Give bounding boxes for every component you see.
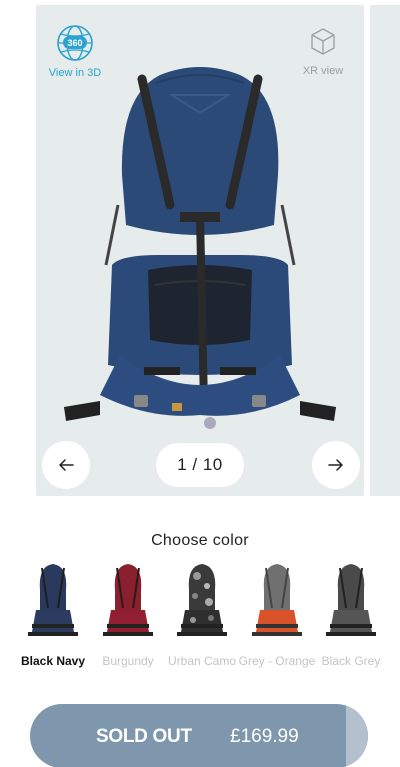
price-label: £169.99 — [230, 726, 299, 747]
color-option-black-grey[interactable]: Black Grey — [312, 560, 390, 669]
next-image-button[interactable] — [312, 441, 360, 489]
ar-cube-icon — [311, 28, 335, 55]
product-image — [64, 67, 336, 429]
product-gallery[interactable]: 360 View in 3D XR view 1 / 10 — [36, 5, 364, 496]
color-thumbnail-grey-orange — [252, 564, 302, 636]
color-thumbnail-black-grey — [326, 564, 376, 636]
view-3d-badge-text: 360 — [67, 38, 82, 48]
choose-color-title: Choose color — [151, 532, 249, 549]
color-thumbnail-burgundy — [103, 564, 153, 636]
button-edge-accent — [346, 704, 368, 767]
arrow-right-icon — [328, 459, 343, 471]
color-option-grey-orange[interactable]: Grey - Orange — [238, 560, 316, 669]
color-thumbnail-urban-camo — [177, 564, 227, 636]
arrow-left-icon — [59, 459, 74, 471]
color-label: Urban Camo — [167, 654, 237, 668]
previous-image-button[interactable] — [42, 441, 90, 489]
color-option-urban-camo[interactable]: Urban Camo — [163, 560, 241, 669]
color-label: Burgundy — [102, 654, 154, 668]
add-to-cart-button[interactable]: SOLD OUT £169.99 — [30, 704, 368, 767]
image-counter: 1 / 10 — [156, 443, 244, 487]
color-label: Grey - Orange — [238, 654, 316, 668]
color-swatch-list: Black Navy Burgundy Urban Camo Grey - Or… — [0, 560, 400, 690]
next-gallery-slide-peek — [370, 5, 400, 496]
color-option-burgundy[interactable]: Burgundy — [89, 560, 167, 669]
sold-out-label: SOLD OUT — [96, 726, 192, 747]
color-label: Black Navy — [20, 654, 86, 668]
color-thumbnail-black-navy — [28, 564, 78, 636]
color-option-black-navy[interactable]: Black Navy — [14, 560, 92, 669]
color-label: Black Grey — [321, 654, 381, 668]
